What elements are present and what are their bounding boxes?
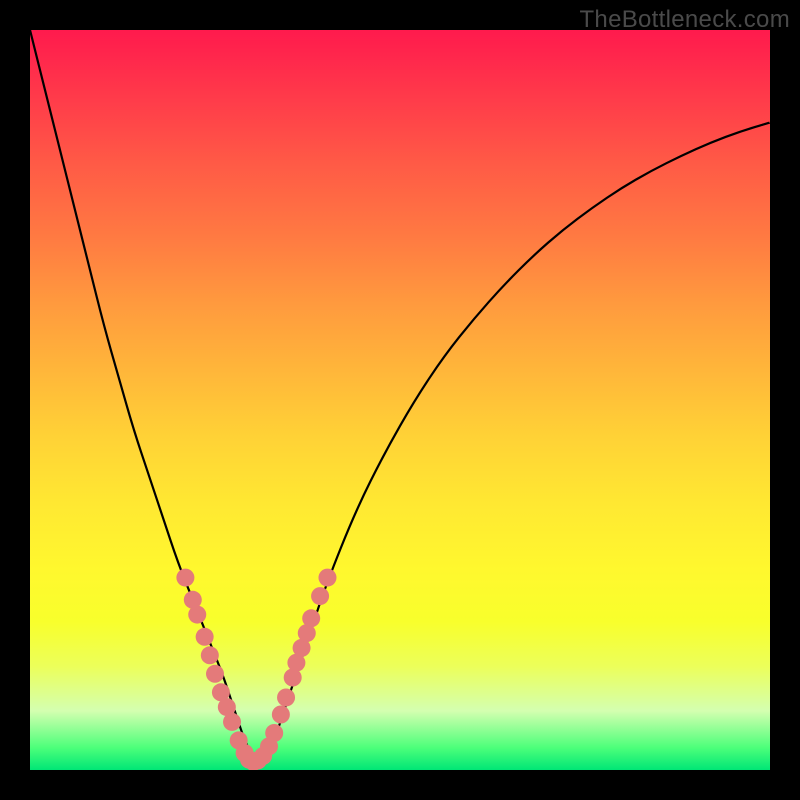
curve-marker bbox=[265, 724, 283, 742]
bottleneck-curve-path bbox=[30, 30, 770, 761]
curve-marker bbox=[188, 606, 206, 624]
curve-markers bbox=[176, 569, 336, 770]
curve-marker bbox=[196, 628, 214, 646]
bottleneck-curve-svg bbox=[30, 30, 770, 770]
curve-marker bbox=[223, 713, 241, 731]
curve-marker bbox=[201, 646, 219, 664]
curve-marker bbox=[318, 569, 336, 587]
curve-marker bbox=[277, 688, 295, 706]
chart-frame: TheBottleneck.com bbox=[0, 0, 800, 800]
curve-marker bbox=[176, 569, 194, 587]
curve-marker bbox=[311, 587, 329, 605]
curve-marker bbox=[206, 665, 224, 683]
curve-marker bbox=[302, 609, 320, 627]
curve-marker bbox=[272, 706, 290, 724]
plot-area bbox=[30, 30, 770, 770]
